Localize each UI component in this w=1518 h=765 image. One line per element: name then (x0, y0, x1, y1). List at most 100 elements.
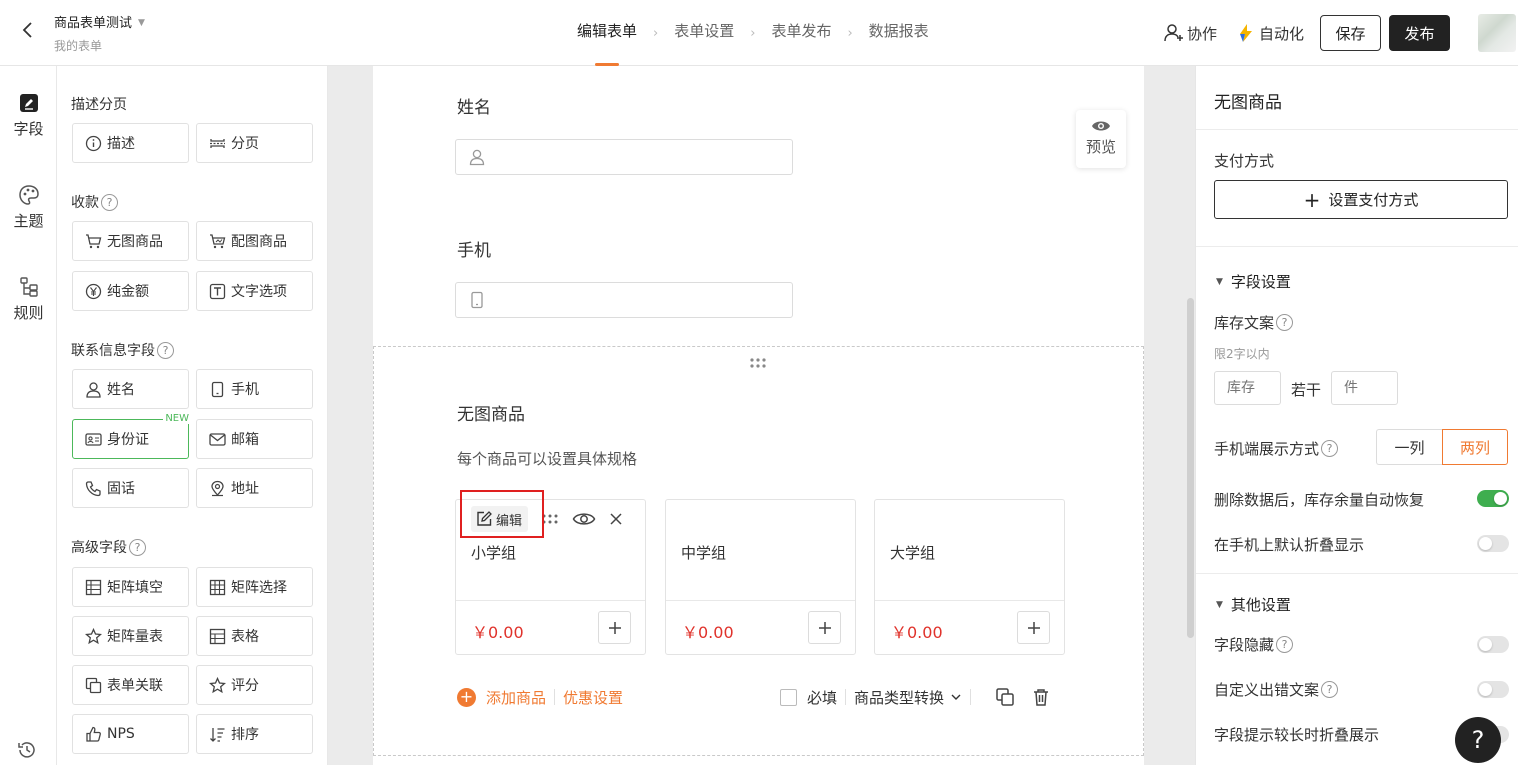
help-circle-icon[interactable]: ? (157, 341, 174, 359)
help-circle-icon[interactable]: ? (1321, 440, 1339, 457)
preview-button[interactable]: 预览 (1076, 110, 1126, 168)
edit-doc-icon (19, 94, 38, 112)
eye-icon[interactable] (572, 510, 596, 528)
help-circle-icon[interactable]: ? (1276, 314, 1294, 331)
field-id-card-button[interactable]: 身份证 NEW (72, 413, 191, 459)
step-separator-icon: › (750, 25, 756, 41)
field-pagination-button[interactable]: 分页 (196, 123, 313, 163)
stock-text-input[interactable] (1214, 371, 1281, 405)
other-settings-section[interactable]: ▼ 其他设置 (1216, 594, 1291, 615)
field-landline-button[interactable]: 固话 (72, 468, 189, 508)
product-add-button[interactable] (598, 611, 631, 644)
phone-input[interactable] (455, 282, 793, 318)
help-circle-icon[interactable]: ? (1276, 636, 1294, 653)
rail-item-rules[interactable]: 规则 (0, 276, 57, 323)
rail-item-fields[interactable]: 字段 (0, 92, 57, 139)
publish-button[interactable]: 发布 (1389, 15, 1450, 51)
help-circle-icon[interactable]: ? (101, 193, 118, 211)
field-plain-product-button[interactable]: 无图商品 (72, 221, 189, 261)
required-checkbox[interactable] (780, 688, 797, 706)
field-name-button[interactable]: 姓名 (72, 369, 189, 409)
form-canvas: 姓名 手机 预览 无图商品 每个商品可以设置具体规格 编辑 小学组 ￥0.00 … (328, 66, 1195, 765)
automation-button[interactable]: 自动化 (1237, 23, 1304, 44)
custom-error-toggle[interactable] (1477, 681, 1509, 698)
rail-item-theme[interactable]: 主题 (0, 184, 57, 231)
yen-icon (85, 283, 102, 299)
new-badge: NEW (163, 413, 191, 424)
field-form-link-button[interactable]: 表单关联 (72, 665, 189, 705)
product-field-description[interactable]: 每个商品可以设置具体规格 (457, 448, 637, 469)
field-text-option-button[interactable]: 文字选项 (196, 271, 313, 311)
field-image-product-button[interactable]: 配图商品 (196, 221, 313, 261)
set-pay-method-button[interactable]: + 设置支付方式 (1214, 180, 1508, 219)
trash-icon[interactable] (1031, 687, 1051, 707)
person-icon (469, 149, 485, 166)
group-title-advanced: 高级字段? (71, 537, 146, 557)
step-form-settings[interactable]: 表单设置 (674, 0, 734, 66)
field-rating-button[interactable]: 评分 (196, 665, 313, 705)
field-label-phone[interactable]: 手机 (457, 236, 491, 261)
field-amount-button[interactable]: 纯金额 (72, 271, 189, 311)
field-label-name[interactable]: 姓名 (457, 93, 491, 118)
product-name[interactable]: 大学组 (890, 542, 935, 563)
field-matrix-scale-button[interactable]: 矩阵量表 (72, 616, 189, 656)
add-product-button[interactable]: + 添加商品 (457, 687, 546, 708)
save-button[interactable]: 保存 (1320, 15, 1381, 51)
drag-dots-icon[interactable] (540, 513, 560, 525)
drag-handle-icon[interactable] (748, 357, 768, 369)
field-describe-button[interactable]: 描述 (72, 123, 189, 163)
name-input[interactable] (455, 139, 793, 175)
caret-down-icon[interactable]: ▼ (138, 18, 145, 28)
back-arrow-icon[interactable] (18, 20, 38, 40)
product-card[interactable]: 大学组 ￥0.00 (874, 499, 1065, 655)
top-actions: 协作 自动化 保存 发布 (1163, 0, 1518, 66)
step-edit-form[interactable]: 编辑表单 (577, 0, 637, 66)
product-add-button[interactable] (1017, 611, 1050, 644)
product-card[interactable]: 中学组 ￥0.00 (665, 499, 856, 655)
divider (970, 689, 972, 705)
history-icon[interactable] (16, 739, 38, 761)
help-circle-icon[interactable]: ? (129, 538, 146, 556)
product-card[interactable]: 编辑 小学组 ￥0.00 (455, 490, 646, 655)
field-address-button[interactable]: 地址 (196, 468, 313, 508)
required-label[interactable]: 必填 (807, 687, 837, 708)
canvas-scrollbar[interactable] (1187, 298, 1194, 638)
form-subtitle[interactable]: 我的表单 (54, 37, 102, 54)
selected-product-field[interactable]: 无图商品 每个商品可以设置具体规格 编辑 小学组 ￥0.00 中学组 ￥0.00… (373, 346, 1144, 756)
field-phone-button[interactable]: 手机 (196, 369, 313, 409)
hide-field-toggle[interactable] (1477, 636, 1509, 653)
product-add-button[interactable] (808, 611, 841, 644)
field-settings-section[interactable]: ▼ 字段设置 (1216, 271, 1291, 292)
unit-input[interactable] (1331, 371, 1398, 405)
help-button[interactable]: ? (1455, 717, 1501, 763)
cart-icon (86, 233, 102, 248)
step-form-publish[interactable]: 表单发布 (771, 0, 831, 66)
field-matrix-select-button[interactable]: 矩阵选择 (196, 567, 313, 607)
table-icon (209, 628, 226, 644)
collab-button[interactable]: 协作 (1163, 22, 1217, 44)
settings-panel: 无图商品 支付方式 +设置支付方式 ▼字段设置 库存文案? 限2字以内 若干 手… (1195, 66, 1518, 765)
discount-settings-link[interactable]: 优惠设置 (563, 687, 623, 708)
phone-icon (211, 381, 224, 397)
field-sort-button[interactable]: 排序 (196, 714, 313, 754)
help-circle-icon[interactable]: ? (1321, 681, 1339, 698)
field-table-button[interactable]: 表格 (196, 616, 313, 656)
product-name[interactable]: 中学组 (681, 542, 726, 563)
display-two-column-button[interactable]: 两列 (1442, 429, 1508, 465)
display-one-column-button[interactable]: 一列 (1376, 429, 1442, 465)
field-matrix-fill-button[interactable]: 矩阵填空 (72, 567, 189, 607)
plus-icon: + (1303, 187, 1321, 212)
form-title[interactable]: 商品表单测试 ▼ (54, 12, 145, 31)
product-field-title[interactable]: 无图商品 (457, 400, 525, 425)
close-icon[interactable] (608, 511, 624, 527)
field-nps-button[interactable]: NPS (72, 714, 189, 754)
product-name[interactable]: 小学组 (471, 542, 516, 563)
edit-product-button[interactable]: 编辑 (471, 506, 529, 532)
restore-stock-toggle[interactable] (1477, 490, 1509, 507)
step-data-report[interactable]: 数据报表 (869, 0, 929, 66)
type-switch-dropdown[interactable]: 商品类型转换 (854, 687, 962, 708)
field-email-button[interactable]: 邮箱 (196, 419, 313, 459)
avatar[interactable] (1478, 14, 1516, 52)
mobile-fold-toggle[interactable] (1477, 535, 1509, 552)
copy-icon[interactable] (995, 687, 1015, 707)
